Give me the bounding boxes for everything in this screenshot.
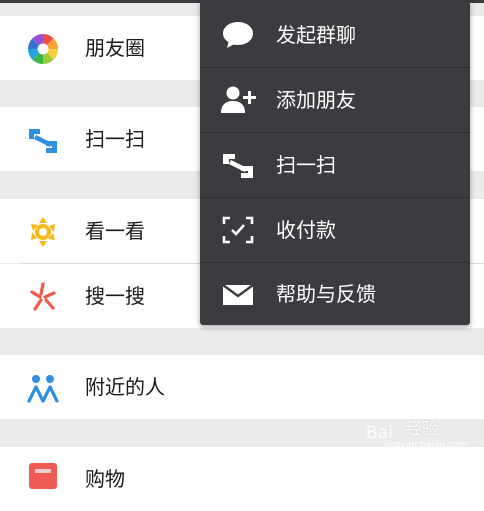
chat-bubble-icon <box>220 19 256 51</box>
search-icon <box>26 280 60 314</box>
payment-scan-icon <box>220 214 256 246</box>
menu-item-add-friends[interactable]: 添加朋友 <box>200 68 470 132</box>
list-item-label: 看一看 <box>85 219 145 243</box>
scan-icon <box>220 149 256 181</box>
baidu-jingyan-watermark: Bai 经验 jingyan.baidu.com <box>366 413 467 453</box>
list-item-people-nearby[interactable]: 附近的人 <box>0 355 484 419</box>
menu-item-label: 帮助与反馈 <box>276 282 376 306</box>
mail-icon <box>220 278 256 310</box>
list-item-label: 购物 <box>85 467 125 491</box>
watermark-url: jingyan.baidu.com <box>384 440 468 450</box>
menu-item-start-group-chat[interactable]: 发起群聊 <box>200 3 470 67</box>
shopping-icon <box>26 463 60 497</box>
list-item-label: 搜一搜 <box>85 284 145 308</box>
menu-item-label: 收付款 <box>276 218 336 242</box>
add-friend-icon <box>220 84 256 116</box>
watermark-brand-cn: 经验 <box>406 419 439 438</box>
list-item-label: 附近的人 <box>85 375 165 399</box>
menu-item-label: 扫一扫 <box>276 153 336 177</box>
list-item-shopping[interactable]: 购物 <box>0 447 484 511</box>
top-stories-icon <box>26 215 60 249</box>
menu-item-scan[interactable]: 扫一扫 <box>200 133 470 197</box>
people-nearby-icon <box>26 371 60 405</box>
popup-menu: 发起群聊 添加朋友 扫一扫 收付款 帮助与反馈 <box>200 0 470 325</box>
moments-icon <box>26 32 60 66</box>
menu-item-label: 发起群聊 <box>276 23 356 47</box>
list-item-label: 朋友圈 <box>85 36 145 60</box>
menu-item-money[interactable]: 收付款 <box>200 198 470 262</box>
scan-icon <box>26 123 60 157</box>
menu-item-help-feedback[interactable]: 帮助与反馈 <box>200 262 470 326</box>
list-item-label: 扫一扫 <box>85 127 145 151</box>
menu-item-label: 添加朋友 <box>276 88 356 112</box>
